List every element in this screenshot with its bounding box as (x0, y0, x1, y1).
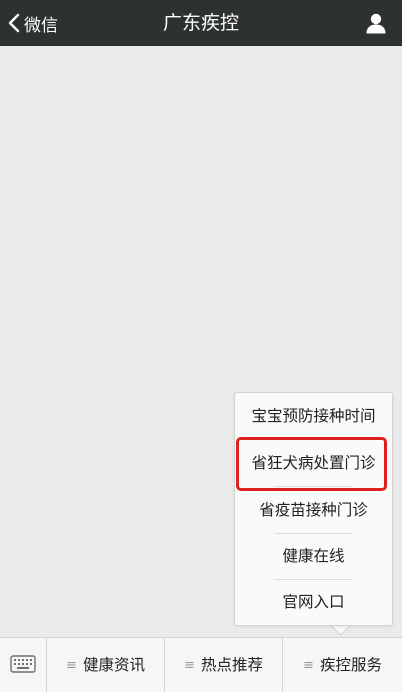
tab-health-news[interactable]: ≡ 健康资讯 (47, 638, 164, 692)
person-icon (364, 13, 388, 39)
tab-hot-recommendations[interactable]: ≡ 热点推荐 (165, 638, 282, 692)
wechat-official-account-screen: 微信 广东疾控 宝宝预防接种时间 省狂犬病处置门诊 省疫苗接种门诊 健康在线 官… (0, 0, 402, 692)
menu-lines-icon: ≡ (66, 658, 77, 673)
tab-label: 健康资讯 (82, 656, 145, 674)
menu-item-vaccination-clinic[interactable]: 省疫苗接种门诊 (235, 487, 392, 533)
bottom-menu-bar: ≡ 健康资讯 ≡ 热点推荐 ≡ 疾控服务 (0, 637, 402, 692)
page-title: 广东疾控 (162, 12, 239, 34)
menu-lines-icon: ≡ (303, 658, 314, 673)
menu-item-health-online[interactable]: 健康在线 (235, 533, 392, 579)
menu-item-rabies-clinic[interactable]: 省狂犬病处置门诊 (235, 440, 392, 486)
tab-label: 热点推荐 (200, 656, 263, 674)
profile-button[interactable] (364, 11, 388, 35)
keyboard-toggle-button[interactable] (0, 638, 47, 692)
chevron-left-icon (8, 13, 20, 33)
menu-item-official-site[interactable]: 官网入口 (235, 579, 392, 625)
service-popup-menu: 宝宝预防接种时间 省狂犬病处置门诊 省疫苗接种门诊 健康在线 官网入口 (234, 392, 393, 626)
back-label: 微信 (24, 15, 58, 36)
menu-lines-icon: ≡ (184, 658, 195, 673)
back-button[interactable]: 微信 (8, 0, 58, 46)
tab-label: 疾控服务 (319, 656, 382, 674)
menu-item-baby-vaccination-schedule[interactable]: 宝宝预防接种时间 (235, 393, 392, 439)
tab-cdc-services[interactable]: ≡ 疾控服务 (283, 638, 402, 692)
nav-header: 微信 广东疾控 (0, 0, 402, 46)
keyboard-icon (10, 654, 36, 677)
